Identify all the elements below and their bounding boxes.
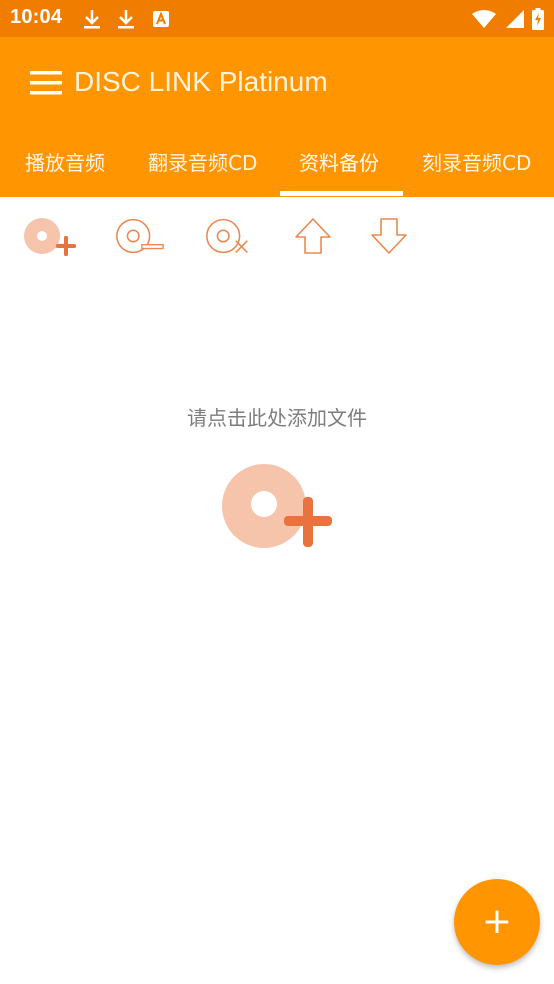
active-tab-indicator xyxy=(280,191,403,196)
move-up-button[interactable] xyxy=(286,213,340,259)
battery-icon xyxy=(532,8,544,30)
move-down-icon xyxy=(371,218,407,254)
status-time: 10:04 xyxy=(10,6,63,28)
add-files-hint[interactable]: 请点击此处添加文件 xyxy=(0,402,554,431)
hamburger-menu-icon[interactable] xyxy=(30,71,62,95)
wifi-icon xyxy=(472,10,496,28)
text-a-icon xyxy=(153,11,169,27)
move-up-icon xyxy=(295,218,331,254)
delete-all-button[interactable] xyxy=(202,213,256,259)
add-disc-icon xyxy=(222,464,332,548)
move-down-button[interactable] xyxy=(362,213,416,259)
add-files-area[interactable] xyxy=(218,460,338,555)
download-icon xyxy=(84,10,100,29)
system-icons xyxy=(472,8,544,30)
signal-icon xyxy=(506,10,524,28)
add-file-icon xyxy=(24,218,76,256)
tab-rip-audio-cd[interactable]: 翻录音频CD xyxy=(148,147,257,176)
status-bar: 10:04 xyxy=(0,0,554,37)
fab-plus-label: + xyxy=(481,901,513,942)
download-icon xyxy=(118,10,134,29)
tab-play-audio[interactable]: 播放音频 xyxy=(25,147,105,176)
add-file-button[interactable] xyxy=(22,213,76,259)
app-title: DISC LINK Platinum xyxy=(74,66,328,97)
tab-bar: 播放音频 翻录音频CD 资料备份 刻录音频CD xyxy=(0,125,554,197)
notification-icons xyxy=(82,8,170,30)
tab-burn-audio-cd[interactable]: 刻录音频CD xyxy=(422,147,531,176)
tab-data-backup[interactable]: 资料备份 xyxy=(299,147,379,176)
file-toolbar xyxy=(0,205,554,265)
fab-add-button[interactable]: + xyxy=(454,879,540,965)
remove-file-icon xyxy=(116,218,164,254)
remove-file-button[interactable] xyxy=(112,213,166,259)
delete-all-icon xyxy=(206,218,248,254)
